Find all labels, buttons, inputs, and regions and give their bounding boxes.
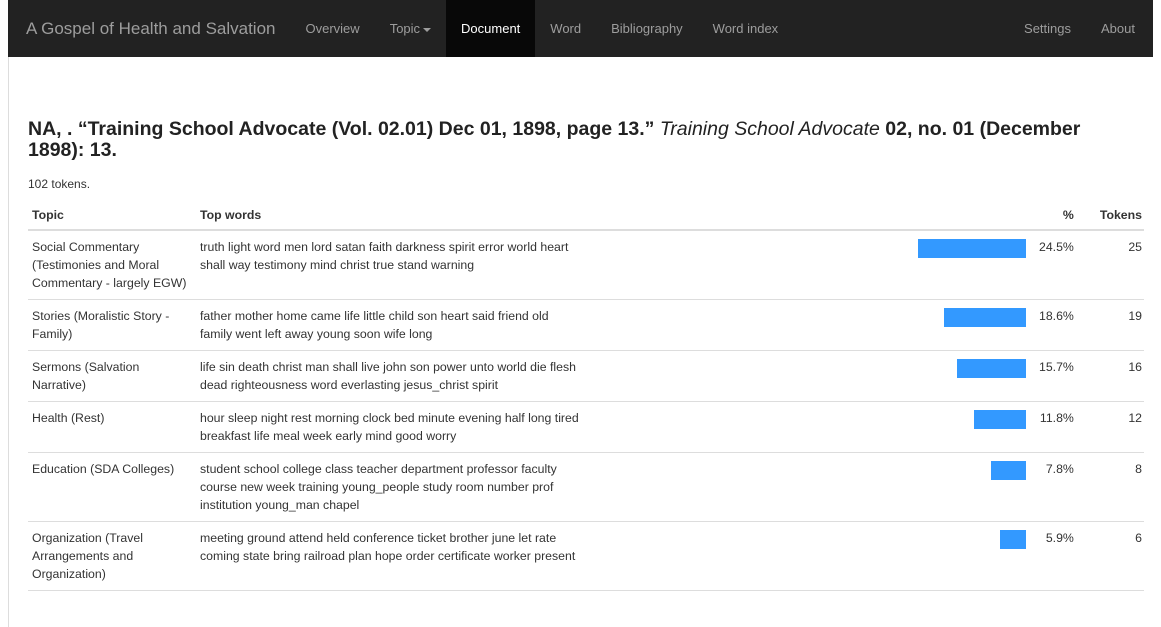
topic-tokens: 25: [1095, 230, 1144, 300]
topic-name[interactable]: Sermons (Salvation Narrative): [28, 350, 196, 402]
header-tokens[interactable]: Tokens: [1095, 200, 1144, 231]
top-words: hour sleep night rest morning clock bed …: [196, 401, 580, 453]
topic-table: Topic Top words % Tokens Social Commenta…: [28, 200, 1144, 591]
nav-word-index[interactable]: Word index: [698, 0, 794, 57]
nav-bibliography[interactable]: Bibliography: [596, 0, 698, 57]
nav-word[interactable]: Word: [535, 0, 596, 57]
header-bar: [913, 200, 1026, 231]
topic-percent: 24.5%: [1025, 230, 1096, 300]
caret-down-icon: [423, 27, 432, 32]
row-spacer: [580, 350, 914, 402]
topic-name[interactable]: Health (Rest): [28, 401, 196, 453]
proportion-bar: [943, 308, 1026, 327]
proportion-bar: [917, 239, 1026, 258]
nav-topic-label: Topic: [389, 21, 421, 36]
row-spacer: [580, 452, 914, 522]
table-row[interactable]: Sermons (Salvation Narrative) life sin d…: [28, 350, 1144, 402]
row-spacer: [580, 521, 914, 591]
nav-overview[interactable]: Overview: [291, 0, 375, 57]
nav-document[interactable]: Document: [446, 0, 536, 57]
table-row[interactable]: Social Commentary (Testimonies and Moral…: [28, 230, 1144, 300]
proportion-bar: [991, 461, 1026, 480]
nav-settings[interactable]: Settings: [1009, 0, 1086, 57]
topic-rows: Social Commentary (Testimonies and Moral…: [28, 230, 1144, 591]
header-spacer: [580, 200, 914, 231]
table-row[interactable]: Education (SDA Colleges) student school …: [28, 452, 1144, 522]
brand-link[interactable]: A Gospel of Health and Salvation: [8, 0, 291, 57]
citation-journal: Training School Advocate: [659, 118, 880, 140]
header-topic[interactable]: Topic: [28, 200, 196, 231]
proportion-bar: [999, 530, 1026, 549]
table-row[interactable]: Health (Rest) hour sleep night rest morn…: [28, 401, 1144, 453]
citation-prefix: NA, . “Training School Advocate (Vol. 02…: [28, 118, 655, 140]
proportion-bar: [956, 359, 1026, 378]
nav-right-group: Settings About: [1009, 0, 1153, 57]
token-count: 102 tokens.: [28, 177, 91, 191]
topic-percent: 18.6%: [1025, 299, 1096, 351]
top-words: life sin death christ man shall live joh…: [196, 350, 580, 402]
topic-tokens: 19: [1095, 299, 1144, 351]
top-words: student school college class teacher dep…: [196, 452, 580, 522]
main-content: NA, . “Training School Advocate (Vol. 02…: [8, 57, 1153, 627]
proportion-bar-cell: [913, 401, 1026, 453]
topic-percent: 7.8%: [1025, 452, 1096, 522]
proportion-bar: [973, 410, 1026, 429]
header-percent[interactable]: %: [1025, 200, 1096, 231]
top-navbar: A Gospel of Health and Salvation Overvie…: [8, 0, 1153, 57]
row-spacer: [580, 401, 914, 453]
proportion-bar-cell: [913, 521, 1026, 591]
top-words: truth light word men lord satan faith da…: [196, 230, 580, 300]
nav-topic-dropdown[interactable]: Topic: [375, 0, 446, 57]
topic-tokens: 16: [1095, 350, 1144, 402]
document-citation: NA, . “Training School Advocate (Vol. 02…: [28, 119, 1138, 161]
topic-name[interactable]: Organization (Travel Arrangements and Or…: [28, 521, 196, 591]
topic-tokens: 6: [1095, 521, 1144, 591]
table-row[interactable]: Organization (Travel Arrangements and Or…: [28, 521, 1144, 591]
proportion-bar-cell: [913, 230, 1026, 300]
topic-percent: 5.9%: [1025, 521, 1096, 591]
app-frame: A Gospel of Health and Salvation Overvie…: [0, 0, 1161, 627]
top-words: meeting ground attend held conference ti…: [196, 521, 580, 591]
top-words: father mother home came life little chil…: [196, 299, 580, 351]
row-spacer: [580, 299, 914, 351]
proportion-bar-cell: [913, 452, 1026, 522]
topic-percent: 11.8%: [1025, 401, 1096, 453]
topic-tokens: 8: [1095, 452, 1144, 522]
topic-percent: 15.7%: [1025, 350, 1096, 402]
header-top-words[interactable]: Top words: [196, 200, 580, 231]
table-header-row: Topic Top words % Tokens: [28, 200, 1144, 231]
topic-name[interactable]: Social Commentary (Testimonies and Moral…: [28, 230, 196, 300]
topic-tokens: 12: [1095, 401, 1144, 453]
topic-name[interactable]: Stories (Moralistic Story - Family): [28, 299, 196, 351]
nav-about[interactable]: About: [1086, 0, 1150, 57]
proportion-bar-cell: [913, 350, 1026, 402]
table-row[interactable]: Stories (Moralistic Story - Family) fath…: [28, 299, 1144, 351]
proportion-bar-cell: [913, 299, 1026, 351]
row-spacer: [580, 230, 914, 300]
topic-name[interactable]: Education (SDA Colleges): [28, 452, 196, 522]
